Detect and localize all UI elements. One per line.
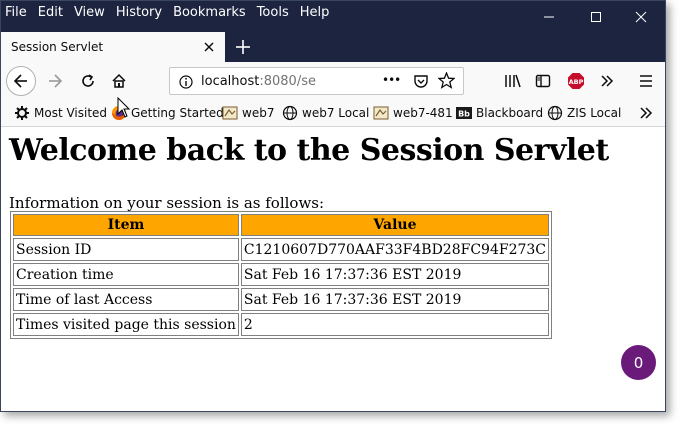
title-bar: File Edit View History Bookmarks Tools H… — [1, 1, 665, 32]
back-button[interactable] — [6, 66, 36, 96]
url-host: localhost — [201, 74, 260, 89]
table-cell: Session ID — [13, 238, 239, 261]
url-text[interactable]: localhost:8080/session/ — [201, 74, 316, 89]
pocket-icon[interactable] — [413, 73, 429, 93]
tab-close-button[interactable] — [201, 39, 217, 55]
url-bar[interactable]: localhost:8080/session/ ••• — [169, 67, 464, 95]
column-header-value: Value — [240, 214, 549, 236]
bookmark-blackboard[interactable]: Bb Blackboard — [456, 102, 543, 124]
bookmark-page-icon — [222, 105, 238, 121]
menu-tools[interactable]: Tools — [257, 5, 289, 20]
plus-icon — [236, 40, 250, 54]
adblock-plus-icon: ABP — [568, 73, 584, 89]
table-cell: Times visited page this session — [13, 313, 239, 336]
home-button[interactable] — [105, 67, 133, 95]
table-cell: Creation time — [13, 263, 239, 286]
tab-title: Session Servlet — [11, 40, 104, 54]
table-row: Times visited page this session 2 — [13, 313, 549, 336]
table-header-row: Item Value — [13, 214, 549, 236]
bookmark-zis-local[interactable]: ZIS Local — [547, 102, 621, 124]
mouse-cursor-icon — [117, 97, 131, 118]
menu-view[interactable]: View — [74, 5, 105, 20]
table-row: Time of last Access Sat Feb 16 17:37:36 … — [13, 288, 549, 311]
svg-text:ABP: ABP — [569, 78, 584, 86]
tab-session-servlet[interactable]: Session Servlet — [1, 32, 225, 62]
home-icon — [112, 73, 126, 88]
info-icon[interactable] — [179, 74, 193, 93]
bookmark-label: web7 Local — [302, 106, 370, 120]
overflow-menu-button[interactable] — [593, 67, 621, 95]
table-row: Session ID C1210607D770AAF33F4BD28FC94F2… — [13, 238, 549, 261]
double-chevron-icon — [601, 75, 614, 87]
sidebar-button[interactable] — [529, 67, 557, 95]
hamburger-icon — [640, 75, 652, 87]
table-cell: 2 — [240, 313, 549, 336]
table-cell: Sat Feb 16 17:37:36 EST 2019 — [240, 263, 549, 286]
back-arrow-icon — [13, 74, 27, 88]
reload-button[interactable] — [74, 67, 102, 95]
url-path: :8080/session/ — [259, 74, 316, 89]
page-content: Welcome back to the Session Servlet Info… — [1, 127, 665, 411]
bookmark-label: web7-481 — [393, 106, 453, 120]
session-info-table: Item Value Session ID C1210607D770AAF33F… — [10, 211, 552, 339]
minimize-icon — [544, 16, 554, 17]
star-bookmark-icon[interactable] — [437, 71, 456, 93]
menu-help[interactable]: Help — [300, 5, 330, 20]
menu-file[interactable]: File — [5, 5, 27, 20]
gear-icon — [14, 105, 30, 121]
close-icon — [204, 42, 214, 52]
bookmark-label: web7 — [242, 106, 275, 120]
bookmark-web7-481[interactable]: web7-481 — [373, 102, 453, 124]
table-cell: Time of last Access — [13, 288, 239, 311]
library-icon — [505, 74, 521, 88]
adblock-plus-button[interactable]: ABP — [562, 67, 590, 95]
bookmarks-toolbar: Most Visited Getting Started web7 web7 L… — [1, 100, 665, 127]
table-cell: Sat Feb 16 17:37:36 EST 2019 — [240, 288, 549, 311]
bookmark-label: Getting Started — [131, 106, 224, 120]
menu-bar: File Edit View History Bookmarks Tools H… — [5, 5, 340, 20]
page-actions-button[interactable]: ••• — [382, 73, 401, 87]
reload-icon — [82, 74, 94, 87]
table-row: Creation time Sat Feb 16 17:37:36 EST 20… — [13, 263, 549, 286]
sidebar-icon — [535, 74, 551, 88]
table-cell: C1210607D770AAF33F4BD28FC94F273C — [240, 238, 549, 261]
new-tab-button[interactable] — [233, 37, 253, 57]
forward-button[interactable] — [41, 67, 69, 95]
notification-badge[interactable]: 0 — [621, 345, 656, 380]
browser-window: File Edit View History Bookmarks Tools H… — [0, 0, 666, 412]
minimize-button[interactable] — [526, 1, 572, 32]
app-menu-button[interactable] — [632, 67, 660, 95]
blackboard-icon: Bb — [456, 105, 472, 121]
bookmark-label: Blackboard — [476, 106, 544, 120]
svg-text:Bb: Bb — [458, 110, 470, 119]
menu-bookmarks[interactable]: Bookmarks — [173, 5, 246, 20]
bookmark-label: ZIS Local — [567, 106, 622, 120]
navigation-toolbar: localhost:8080/session/ ••• ABP — [1, 62, 665, 100]
globe-icon — [547, 105, 563, 121]
session-intro-text: Information on your session is as follow… — [9, 194, 325, 212]
double-chevron-icon — [640, 107, 653, 119]
bookmark-web7-local[interactable]: web7 Local — [282, 102, 369, 124]
menu-edit[interactable]: Edit — [38, 5, 63, 20]
bookmarks-overflow-button[interactable] — [638, 102, 654, 124]
maximize-button[interactable] — [573, 1, 619, 32]
page-heading: Welcome back to the Session Servlet — [9, 133, 609, 168]
library-button[interactable] — [499, 67, 527, 95]
maximize-icon — [591, 11, 601, 22]
menu-history[interactable]: History — [116, 5, 162, 20]
close-window-button[interactable] — [618, 1, 664, 32]
bookmark-page-icon — [373, 105, 389, 121]
bookmark-web7[interactable]: web7 — [222, 102, 274, 124]
forward-arrow-icon — [49, 74, 63, 88]
globe-icon — [282, 105, 298, 121]
column-header-item: Item — [13, 214, 239, 236]
bookmark-most-visited[interactable]: Most Visited — [14, 102, 107, 124]
close-icon — [635, 11, 647, 22]
tab-strip: Session Servlet — [1, 32, 665, 62]
bookmark-label: Most Visited — [34, 106, 108, 120]
